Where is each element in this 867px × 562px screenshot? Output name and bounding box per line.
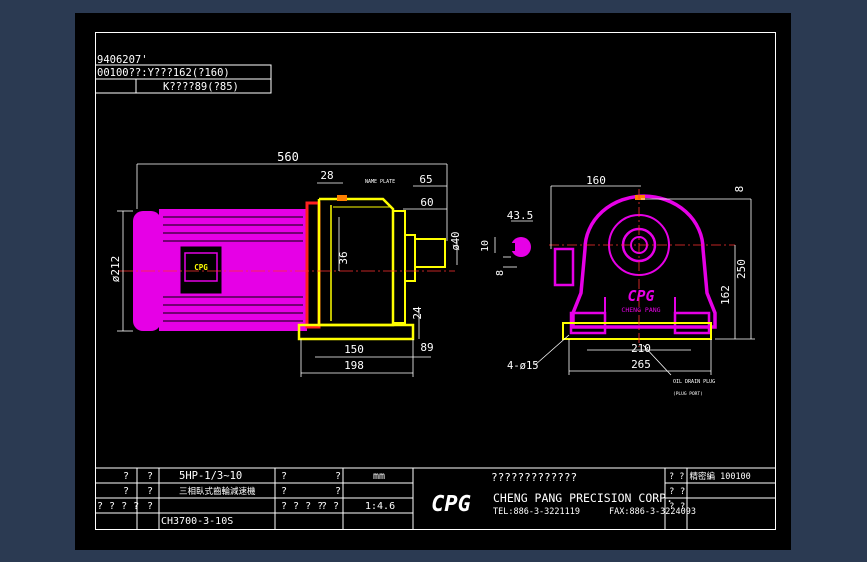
name-plate-note: NAME PLATE — [365, 179, 395, 185]
dim-250: 250 — [735, 259, 748, 279]
tb-r1c1: ? — [123, 471, 129, 482]
tb-scale: 1:4.6 — [365, 501, 395, 512]
dim-89: 89 — [420, 341, 433, 354]
company-tel: TEL:886-3-3221119 — [493, 507, 580, 517]
dim-65: 65 — [419, 173, 432, 186]
dim-43-5: 43.5 — [507, 209, 534, 222]
dim-162: 162 — [719, 285, 732, 305]
tb-r1c5: ? — [335, 471, 341, 482]
tb-r2c5: ? — [335, 486, 341, 497]
tb-r1c4: ? — [281, 471, 287, 482]
dim-overall-length: 560 — [277, 150, 299, 164]
dim-150: 150 — [344, 343, 364, 356]
dim-210: 210 — [631, 342, 651, 355]
header-row-2: 00100??:Y???162(?160) — [97, 67, 230, 79]
tb-r2c4: ? — [281, 486, 287, 497]
tb-r3c2: ? — [147, 501, 153, 512]
tb-right-mid: ? ? — [669, 487, 685, 497]
dim-160: 160 — [586, 174, 606, 187]
header-row-3: K????89(?85) — [163, 81, 239, 93]
name-plate-marker — [337, 195, 347, 201]
dim-shaft-diameter: ø40 — [450, 232, 462, 251]
tb-r3c4: ? ? ? ? — [281, 501, 323, 512]
drawing-sheet: 9406207' 00100??:Y???162(?160) K????89(?… — [75, 13, 791, 550]
dim-front-8: 8 — [733, 186, 746, 193]
tb-part-no: CH3700-3-10S — [161, 516, 233, 527]
front-logo: CPG — [627, 287, 654, 305]
tb-r2c1: ? — [123, 486, 129, 497]
dim-28: 28 — [320, 169, 333, 182]
tb-r3c1: ? ? ? ? — [97, 501, 139, 512]
dim-10: 10 — [480, 240, 491, 252]
tb-unit: mm — [373, 471, 385, 482]
dim-265: 265 — [631, 358, 651, 371]
dim-24: 24 — [411, 306, 424, 320]
tb-right-bot: ? ? — [669, 502, 685, 512]
drain-plug-note-sub: (PLUG PORT) — [673, 391, 703, 397]
tb-model: 5HP-1/3~10 — [179, 470, 242, 482]
tb-r2c2: ? — [147, 486, 153, 497]
header-row-1: 9406207' — [97, 54, 148, 66]
tb-right-top: ? ? 精密編 100100 — [669, 471, 751, 482]
cad-drawing: 9406207' 00100??:Y???162(?160) K????89(?… — [95, 54, 776, 530]
shaft-detail — [494, 220, 533, 268]
tb-r3c5: ? ? — [321, 501, 339, 512]
motor-body — [133, 201, 321, 331]
front-logo-sub: CHENG PANG — [621, 306, 660, 314]
dim-60: 60 — [420, 196, 433, 209]
drain-plug-note: OIL DRAIN PLUG — [673, 379, 715, 385]
dim-36: 36 — [337, 251, 350, 264]
tb-r1c2: ? — [147, 471, 153, 482]
company-native-name: ????????????? — [491, 471, 577, 484]
dim-motor-diameter: ø212 — [109, 256, 122, 283]
dim-8: 8 — [495, 270, 506, 276]
company-name: CHENG PANG PRECISION CORP. — [493, 491, 673, 505]
company-logo: CPG — [431, 492, 471, 517]
tb-description: 三相臥式齒輪減速機 — [179, 486, 256, 497]
dim-198: 198 — [344, 359, 364, 372]
dim-holes: 4-ø15 — [507, 360, 539, 372]
